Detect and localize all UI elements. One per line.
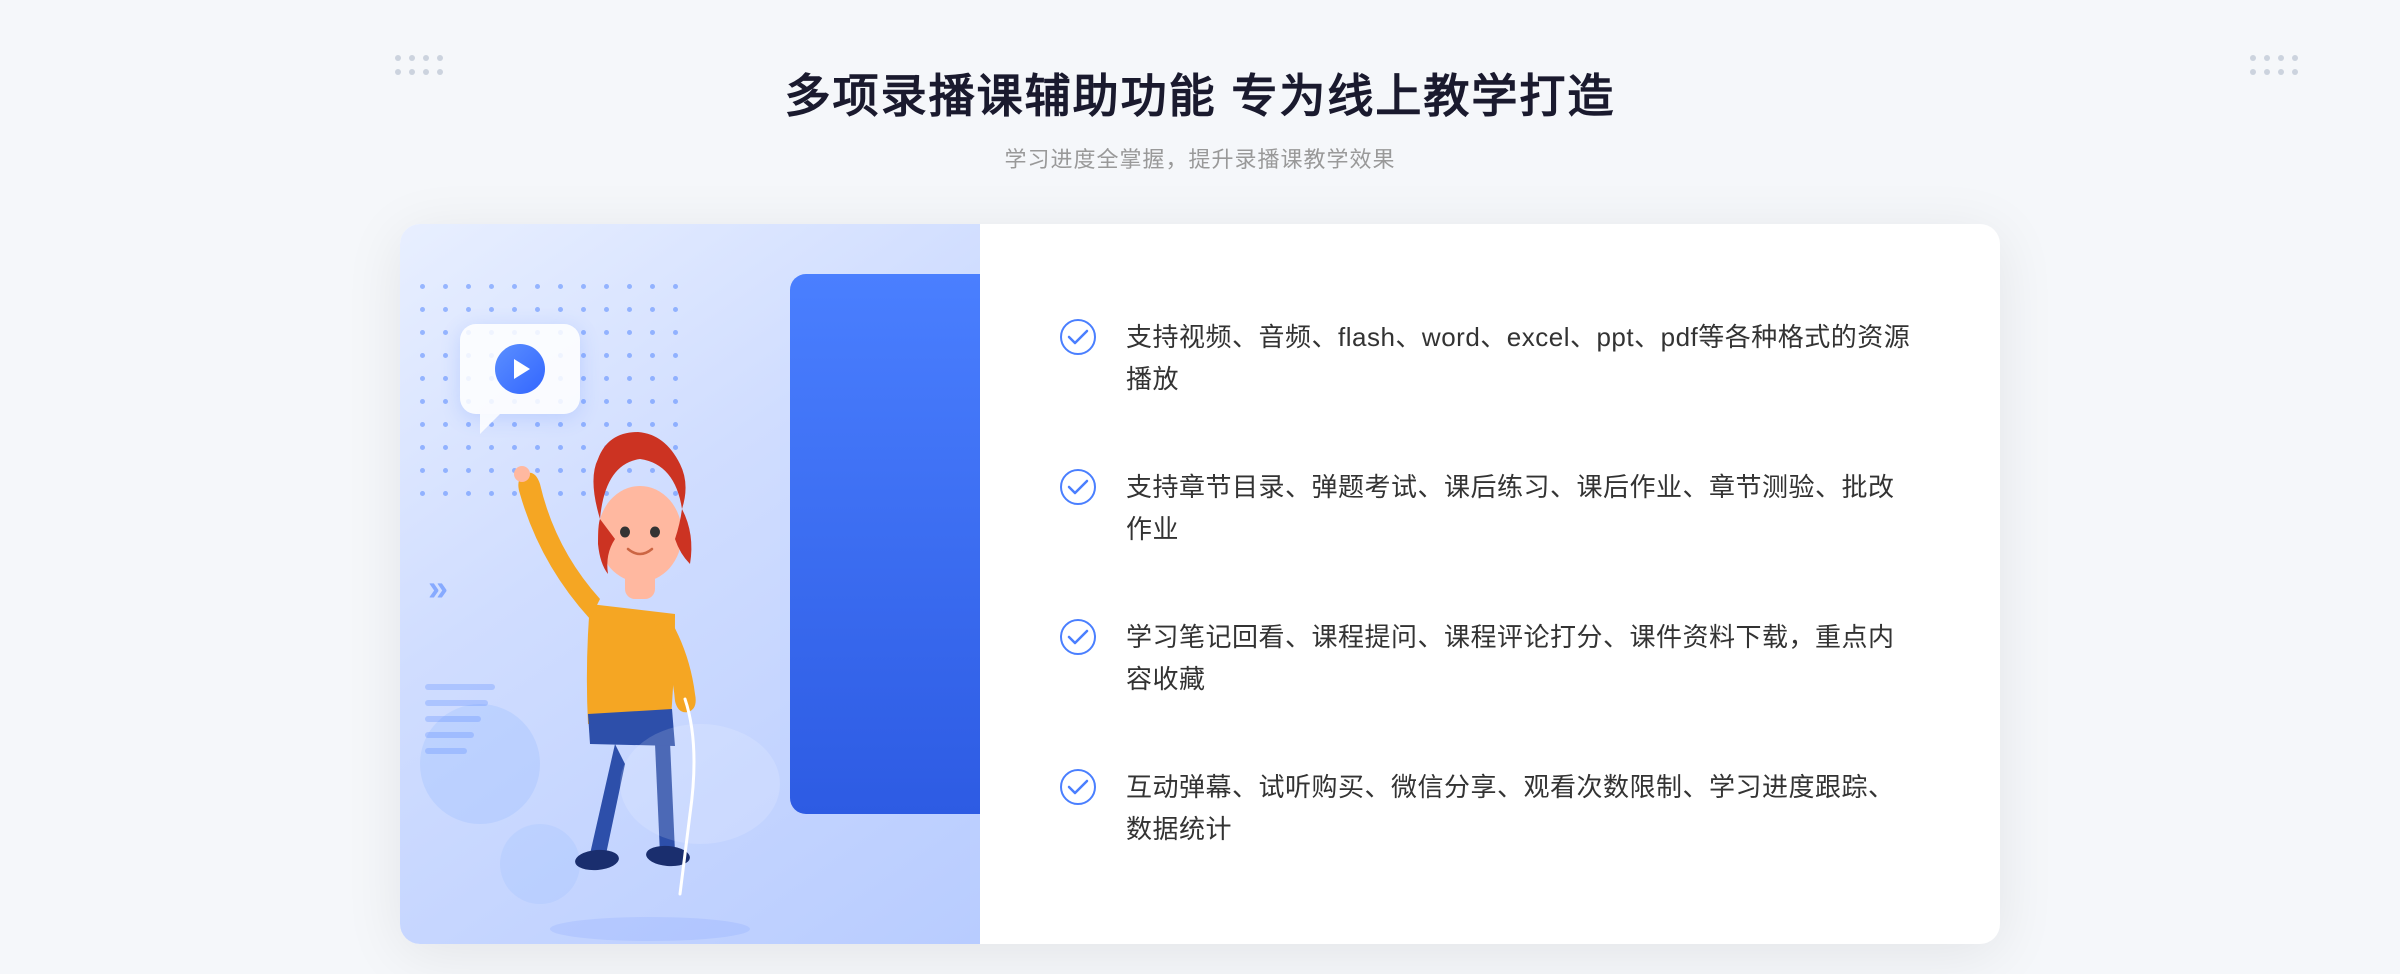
feature-item-4: 互动弹幕、试听购买、微信分享、观看次数限制、学习进度跟踪、数据统计 <box>1060 747 1920 870</box>
header-title-row: 多项录播课辅助功能 专为线上教学打造 <box>785 60 1616 126</box>
sub-title: 学习进度全掌握，提升录播课教学效果 <box>785 142 1616 174</box>
feature-text-1: 支持视频、音频、flash、word、excel、ppt、pdf等各种格式的资源… <box>1126 317 1920 400</box>
top-right-dots <box>2250 55 2300 77</box>
main-title: 多项录播课辅助功能 专为线上教学打造 <box>785 60 1616 126</box>
chevron-left-icon: » <box>428 570 448 606</box>
top-left-dots <box>395 55 445 77</box>
features-area: 支持视频、音频、flash、word、excel、ppt、pdf等各种格式的资源… <box>980 224 2000 944</box>
feature-text-2: 支持章节目录、弹题考试、课后练习、课后作业、章节测验、批改作业 <box>1126 467 1920 550</box>
page-wrapper: 多项录播课辅助功能 专为线上教学打造 学习进度全掌握，提升录播课教学效果 <box>0 0 2400 974</box>
check-icon-4 <box>1060 769 1096 805</box>
person-illustration <box>460 364 840 944</box>
feature-item-3: 学习笔记回看、课程提问、课程评论打分、课件资料下载，重点内容收藏 <box>1060 597 1920 720</box>
content-card: » <box>400 224 2000 944</box>
check-icon-1 <box>1060 319 1096 355</box>
header-section: 多项录播课辅助功能 专为线上教学打造 学习进度全掌握，提升录播课教学效果 <box>785 60 1616 174</box>
feature-text-3: 学习笔记回看、课程提问、课程评论打分、课件资料下载，重点内容收藏 <box>1126 617 1920 700</box>
check-icon-2 <box>1060 469 1096 505</box>
illustration-area: » <box>400 224 980 944</box>
check-icon-3 <box>1060 619 1096 655</box>
feature-item-2: 支持章节目录、弹题考试、课后练习、课后作业、章节测验、批改作业 <box>1060 447 1920 570</box>
feature-text-4: 互动弹幕、试听购买、微信分享、观看次数限制、学习进度跟踪、数据统计 <box>1126 767 1920 850</box>
feature-item-1: 支持视频、音频、flash、word、excel、ppt、pdf等各种格式的资源… <box>1060 297 1920 420</box>
